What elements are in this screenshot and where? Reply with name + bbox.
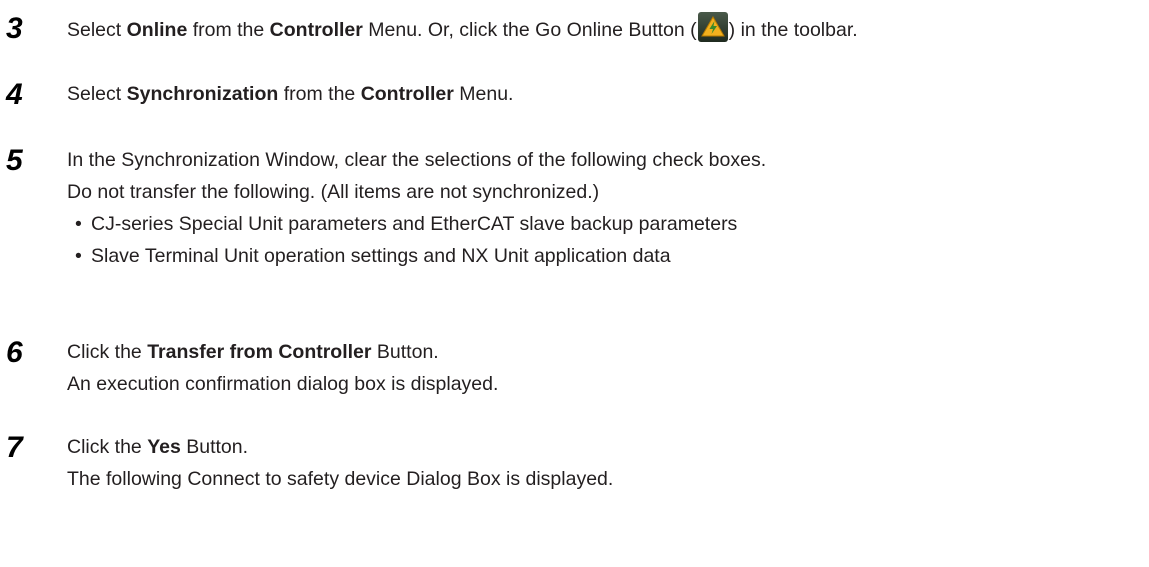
bullet-list: • CJ-series Special Unit parameters and E… [67,208,1149,272]
instruction-line: Click the Yes Button. [67,436,249,458]
transfer-from-controller-button-ref: Transfer from Controller [147,341,372,363]
bullet-icon: • [75,245,82,267]
step-text: In the Synchronization Window, clear the… [67,144,1149,272]
instruction-line: Select Synchronization from the Controll… [67,83,514,105]
menu-item-synchronization: Synchronization [126,83,279,105]
menu-item-online: Online [126,19,188,41]
instruction-line: In the Synchronization Window, clear the… [67,149,767,171]
yes-button-ref: Yes [147,436,181,458]
list-item: • CJ-series Special Unit parameters and E… [67,208,1149,240]
bullet-icon: • [75,213,82,235]
step-number: 3 [6,12,23,45]
result-line: An execution confirmation dialog box is … [67,373,499,395]
step-number: 4 [6,78,23,111]
step-text: Select Online from the Controller Menu. … [67,12,1149,46]
result-line: The following Connect to safety device D… [67,468,614,490]
step-number: 7 [6,431,23,464]
step-text: Click the Yes Button. The following Conn… [67,431,1149,495]
step-number: 6 [6,336,23,369]
instruction-line: Do not transfer the following. (All item… [67,181,600,203]
menu-controller: Controller [360,83,454,105]
go-online-icon [697,12,728,42]
instruction-line: Click the Transfer from Controller Butto… [67,341,439,363]
step-text: Select Synchronization from the Controll… [67,78,1149,110]
menu-controller: Controller [269,19,363,41]
list-item: • Slave Terminal Unit operation settings … [67,240,1149,272]
instruction-line: Select Online from the Controller Menu. … [67,12,1149,46]
step-text: Click the Transfer from Controller Butto… [67,336,1149,400]
step-number: 5 [6,144,23,177]
